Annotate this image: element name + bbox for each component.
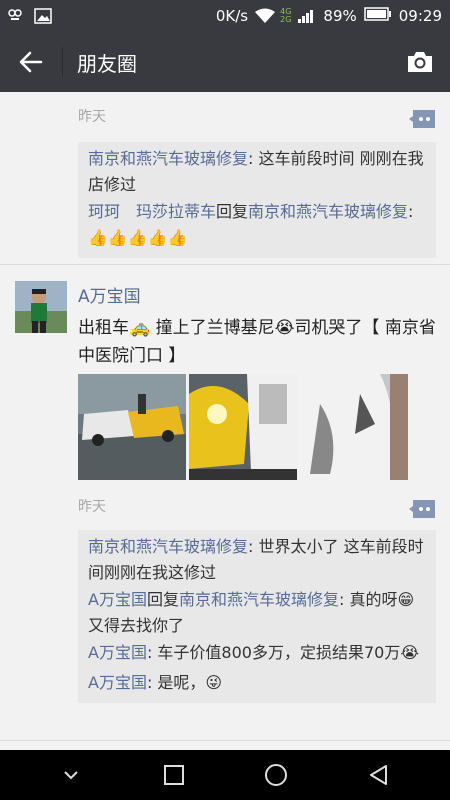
post-author[interactable]: A万宝国: [78, 282, 141, 307]
comment-area: 南京和燕汽车玻璃修复: 世界太小了 这车前段时间刚刚在我这修过 A万宝国回复南京…: [78, 530, 436, 703]
navigation-bar: [0, 750, 450, 800]
comment-button[interactable]: [409, 500, 435, 518]
comment-item[interactable]: A万宝国: 是呢，😜: [88, 670, 428, 696]
comment-author[interactable]: 珂珂 玛莎拉蒂车: [88, 202, 216, 221]
post-divider: [0, 264, 450, 265]
comment-item[interactable]: A万宝国: 车子价值800多万，定损结果70万😭: [88, 640, 428, 666]
reply-target[interactable]: 南京和燕汽车玻璃修复: [248, 202, 408, 221]
comment-author[interactable]: 南京和燕汽车玻璃修复: [88, 149, 248, 168]
comment-text: : 车子价值800多万，定损结果70万😭: [146, 643, 420, 662]
triangle-back-icon: [369, 765, 387, 785]
hide-nav-button[interactable]: [51, 755, 91, 795]
comment-item[interactable]: 南京和燕汽车玻璃修复: 世界太小了 这车前段时间刚刚在我这修过: [88, 534, 428, 586]
post-text: 出租车🚕 撞上了兰博基尼😭司机哭了【 南京省中医院门口 】: [78, 318, 436, 366]
status-bar: 0K/s 4G 2G 89% 09:29: [0, 0, 450, 32]
post-photo-3[interactable]: [300, 374, 408, 480]
more-dots-icon: [409, 500, 435, 518]
avatar[interactable]: [15, 281, 67, 333]
post-photo-2[interactable]: [189, 374, 297, 480]
comment-item[interactable]: 南京和燕汽车玻璃修复: 这车前段时间 刚刚在我店修过: [88, 146, 428, 198]
recents-button[interactable]: [154, 755, 194, 795]
camera-button[interactable]: [390, 32, 450, 92]
camera-icon: [408, 52, 432, 72]
post-divider: [0, 740, 450, 741]
page-title: 朋友圈: [77, 51, 137, 76]
home-button[interactable]: [256, 755, 296, 795]
top-bar: 朋友圈: [0, 32, 450, 92]
reply-label: 回复: [216, 202, 249, 221]
signal-icon: [298, 8, 316, 24]
back-arrow-icon: [19, 51, 43, 73]
comment-author[interactable]: A万宝国: [88, 673, 147, 692]
square-icon: [163, 765, 184, 785]
circle-icon: [265, 764, 288, 786]
comment-area: 南京和燕汽车玻璃修复: 这车前段时间 刚刚在我店修过 珂珂 玛莎拉蒂车回复南京和…: [78, 142, 436, 258]
back-button[interactable]: [0, 32, 62, 92]
comment-author[interactable]: A万宝国: [88, 643, 147, 662]
network-type: 4G 2G: [280, 7, 292, 24]
post-time: 昨天: [78, 109, 106, 125]
comment-author[interactable]: A万宝国: [88, 590, 147, 609]
comment-item[interactable]: 珂珂 玛莎拉蒂车回复南京和燕汽车玻璃修复: 👍👍👍👍👍: [88, 199, 428, 251]
comment-author[interactable]: 南京和燕汽车玻璃修复: [88, 537, 248, 556]
image-icon: [34, 8, 52, 24]
reply-target[interactable]: 南京和燕汽车玻璃修复: [179, 590, 339, 609]
comment-text: : 是呢，😜: [146, 673, 223, 692]
reply-label: 回复: [146, 590, 179, 609]
wifi-icon: [255, 8, 276, 24]
chevron-down-icon: [64, 771, 78, 780]
header-divider: [62, 47, 63, 77]
post-photo-1[interactable]: [78, 374, 186, 480]
clock: 09:29: [398, 7, 442, 25]
moments-feed[interactable]: 昨天 南京和燕汽车玻璃修复: 这车前段时间 刚刚在我店修过 珂珂 玛莎拉蒂车回复…: [0, 92, 450, 750]
more-dots-icon: [409, 110, 435, 128]
voicemail-icon: [8, 8, 26, 24]
comment-button[interactable]: [409, 110, 435, 128]
battery-percent: 89%: [323, 7, 357, 25]
battery-icon: [364, 7, 392, 25]
comment-item[interactable]: A万宝国回复南京和燕汽车玻璃修复: 真的呀😁又得去找你了: [88, 587, 428, 639]
back-nav-button[interactable]: [359, 755, 399, 795]
network-speed: 0K/s: [215, 7, 249, 25]
post-time: 昨天: [78, 499, 106, 515]
